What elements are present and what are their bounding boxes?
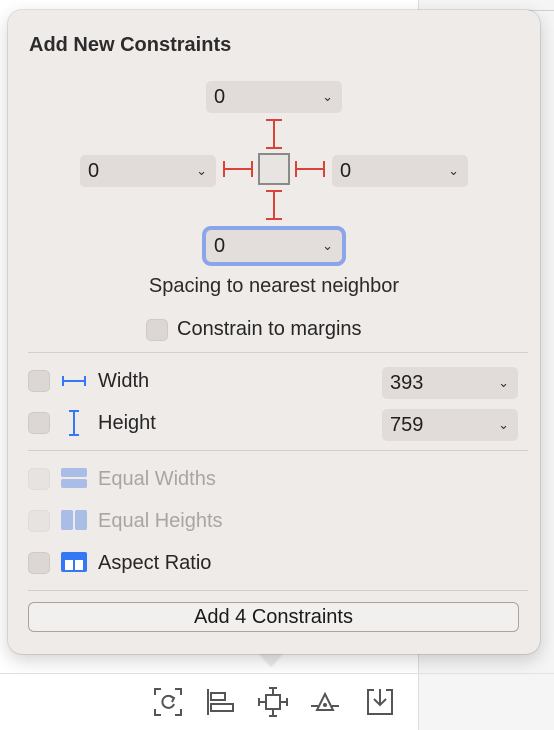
equal-heights-icon: [61, 510, 87, 530]
constrain-margins-label: Constrain to margins: [177, 318, 362, 340]
align-icon[interactable]: [205, 686, 237, 718]
add-constraints-popover: Add New Constraints 0 ⌄ 0 ⌄ 0 ⌄ 0 ⌄ Spac…: [8, 10, 540, 654]
width-checkbox[interactable]: [28, 370, 50, 392]
trailing-strut-icon[interactable]: [294, 159, 326, 179]
divider: [0, 673, 554, 674]
top-spacing-value: 0: [214, 86, 226, 108]
width-value-popup[interactable]: 393 ⌄: [382, 367, 518, 399]
trailing-spacing-value: 0: [340, 160, 352, 182]
height-checkbox[interactable]: [28, 412, 50, 434]
equal-widths-label: Equal Widths: [98, 468, 216, 490]
height-label: Height: [98, 412, 156, 434]
width-value: 393: [390, 372, 424, 394]
aspect-ratio-icon: [61, 552, 87, 572]
leading-spacing-popup[interactable]: 0 ⌄: [80, 155, 216, 187]
bottom-strut-icon[interactable]: [264, 189, 284, 221]
equal-heights-checkbox[interactable]: [28, 510, 50, 532]
trailing-spacing-popup[interactable]: 0 ⌄: [332, 155, 468, 187]
chevron-down-icon: ⌄: [498, 375, 509, 390]
top-strut-icon[interactable]: [264, 118, 284, 150]
chevron-down-icon: ⌄: [322, 238, 333, 253]
chevron-down-icon: ⌄: [498, 417, 509, 432]
top-spacing-popup[interactable]: 0 ⌄: [206, 81, 342, 113]
width-icon: [62, 376, 86, 386]
height-value: 759: [390, 414, 424, 436]
popover-title: Add New Constraints: [29, 34, 232, 56]
equal-widths-checkbox[interactable]: [28, 468, 50, 490]
divider: [28, 352, 528, 353]
bottom-spacing-popup[interactable]: 0 ⌄: [206, 230, 342, 262]
update-frames-icon[interactable]: [152, 686, 184, 718]
divider: [28, 590, 528, 591]
equal-heights-label: Equal Heights: [98, 510, 223, 532]
divider: [28, 450, 528, 451]
width-label: Width: [98, 370, 150, 392]
constrain-margins-checkbox[interactable]: [146, 319, 168, 341]
chevron-down-icon: ⌄: [322, 89, 333, 104]
bottom-spacing-value: 0: [214, 235, 226, 257]
resolve-issues-icon[interactable]: [309, 686, 341, 718]
height-value-popup[interactable]: 759 ⌄: [382, 409, 518, 441]
view-placeholder: [258, 153, 290, 185]
add-constraints-icon[interactable]: [257, 686, 289, 718]
aspect-ratio-checkbox[interactable]: [28, 552, 50, 574]
leading-spacing-value: 0: [88, 160, 100, 182]
aspect-ratio-label: Aspect Ratio: [98, 552, 212, 574]
chevron-down-icon: ⌄: [196, 163, 207, 178]
equal-widths-icon: [61, 468, 87, 488]
chevron-down-icon: ⌄: [448, 163, 459, 178]
height-icon: [69, 410, 79, 436]
add-constraints-button[interactable]: Add 4 Constraints: [28, 602, 519, 632]
leading-strut-icon[interactable]: [222, 159, 254, 179]
embed-in-icon[interactable]: [364, 686, 396, 718]
spacing-label: Spacing to nearest neighbor: [148, 275, 400, 297]
